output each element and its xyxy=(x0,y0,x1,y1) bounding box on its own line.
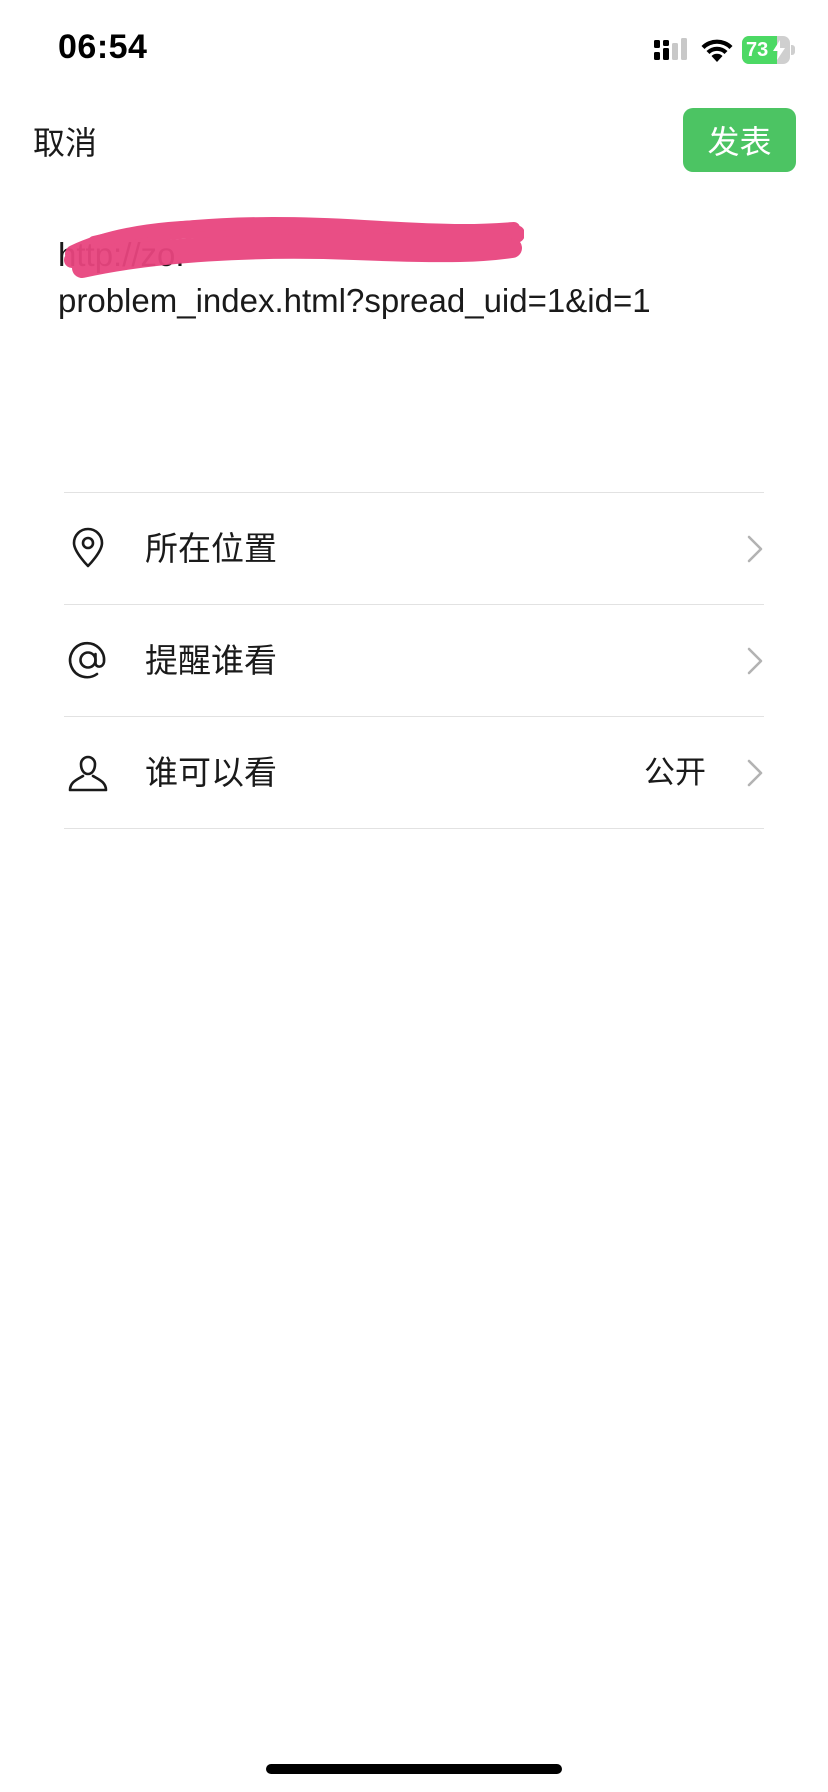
visibility-value: 公开 xyxy=(644,755,706,791)
options-list: 所在位置 提醒谁看 谁可以看 公开 xyxy=(64,492,764,829)
option-label: 提醒谁看 xyxy=(145,641,277,680)
status-bar: 06:54 73 xyxy=(0,0,828,100)
battery-icon: 73 xyxy=(742,36,796,64)
option-label: 谁可以看 xyxy=(145,753,277,792)
post-composer-screen: 06:54 73 取消 发表 http://zo. problem_index.… xyxy=(0,0,828,1792)
option-location[interactable]: 所在位置 xyxy=(64,493,764,605)
redaction-scribble xyxy=(64,217,524,278)
charging-bolt-icon xyxy=(773,40,785,60)
option-label: 所在位置 xyxy=(145,529,277,568)
chevron-right-icon xyxy=(747,535,763,563)
chevron-right-icon xyxy=(747,647,763,675)
option-visibility[interactable]: 谁可以看 公开 xyxy=(64,717,764,829)
cancel-button[interactable]: 取消 xyxy=(33,118,97,164)
chevron-right-icon xyxy=(747,759,763,787)
person-icon xyxy=(68,755,108,792)
option-mention[interactable]: 提醒谁看 xyxy=(64,605,764,717)
location-pin-icon xyxy=(72,527,104,568)
wifi-icon xyxy=(701,39,733,62)
status-time: 06:54 xyxy=(58,28,148,66)
home-indicator[interactable] xyxy=(266,1764,562,1774)
publish-button[interactable]: 发表 xyxy=(683,108,796,172)
signal-icon xyxy=(654,38,687,60)
at-sign-icon xyxy=(68,641,106,679)
